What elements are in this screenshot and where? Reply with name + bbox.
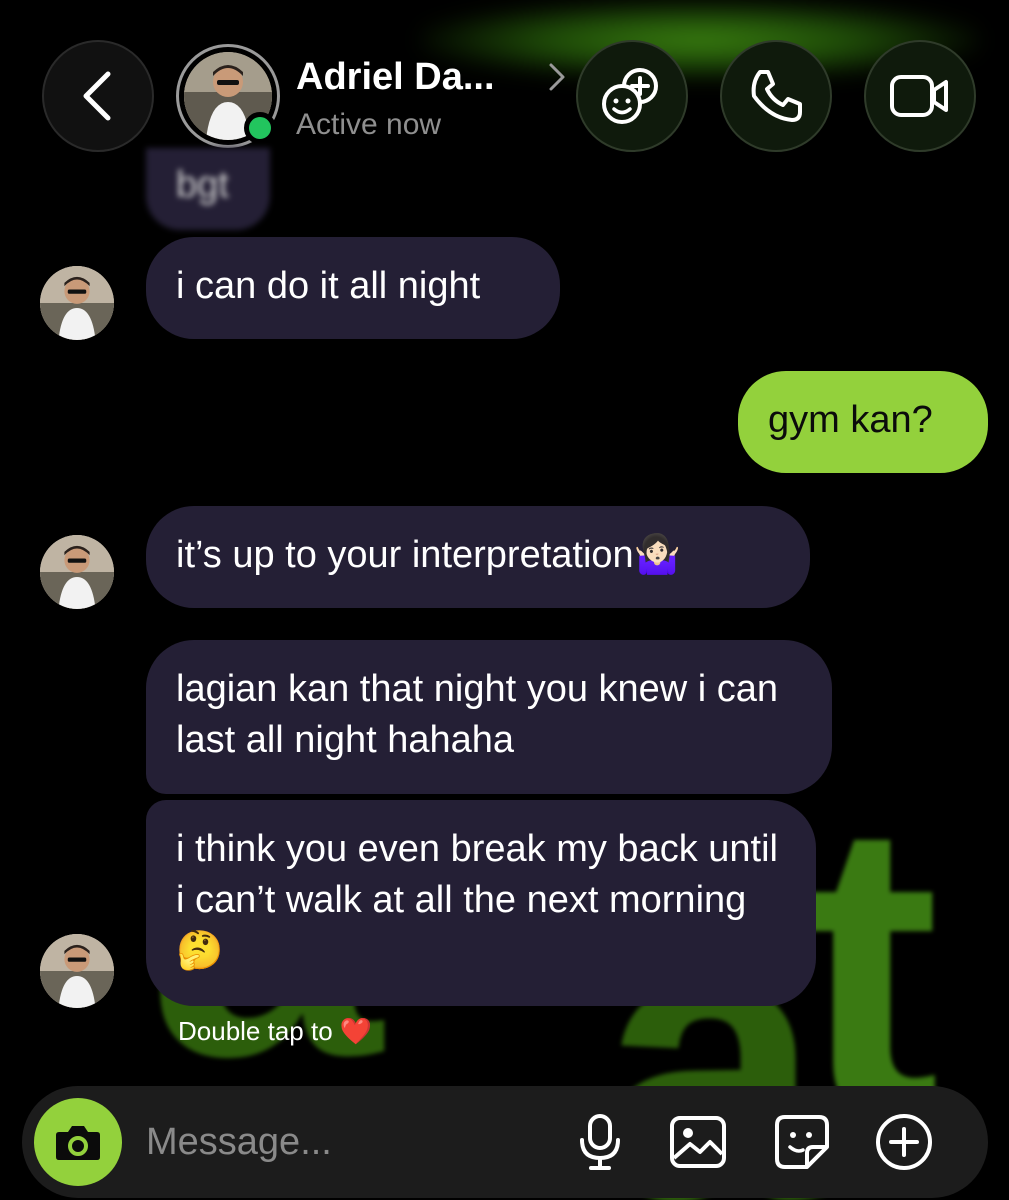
message-text: i can do it all night	[176, 265, 481, 307]
message-text: bgt	[176, 164, 229, 206]
message-bubble-outgoing[interactable]: gym kan?	[738, 371, 988, 473]
contact-name[interactable]: Adriel Da...	[296, 56, 495, 99]
active-status: Active now	[296, 108, 442, 141]
phone-icon	[751, 70, 802, 122]
effects-icon	[602, 68, 658, 124]
gallery-button[interactable]	[668, 1112, 728, 1172]
camera-button[interactable]	[34, 1098, 122, 1186]
video-call-button[interactable]	[864, 40, 976, 152]
sender-avatar[interactable]	[40, 535, 114, 609]
sticker-icon	[775, 1115, 829, 1169]
plus-circle-icon	[876, 1114, 932, 1170]
message-composer	[22, 1086, 988, 1198]
sticker-button[interactable]	[772, 1112, 832, 1172]
sender-avatar[interactable]	[40, 934, 114, 1008]
online-indicator	[244, 112, 276, 144]
chat-screen: a a t Adriel Da...	[0, 0, 1009, 1200]
double-tap-hint: Double tap to ❤️	[178, 1016, 373, 1046]
chevron-left-icon	[83, 71, 111, 121]
message-text: gym kan?	[768, 399, 933, 441]
message-bubble-incoming[interactable]: bgt	[146, 148, 270, 230]
image-icon	[670, 1116, 726, 1168]
message-bubble-incoming[interactable]: i can do it all night	[146, 237, 560, 339]
camera-icon	[56, 1126, 100, 1160]
voice-call-button[interactable]	[720, 40, 832, 152]
effects-button[interactable]	[576, 40, 688, 152]
message-text: i think you even break my back until i c…	[176, 828, 778, 972]
chevron-right-icon[interactable]	[548, 62, 566, 92]
more-options-button[interactable]	[874, 1112, 934, 1172]
sender-avatar[interactable]	[40, 266, 114, 340]
microphone-icon	[580, 1114, 620, 1170]
video-camera-icon	[890, 75, 948, 117]
chat-header: Adriel Da... Active now	[0, 0, 1009, 160]
message-text: it’s up to your interpretation🤷🏻‍♀️	[176, 534, 681, 576]
back-button[interactable]	[42, 40, 154, 152]
message-text: lagian kan that night you knew i can las…	[176, 668, 779, 761]
message-bubble-incoming[interactable]: i think you even break my back until i c…	[146, 800, 816, 1006]
voice-message-button[interactable]	[570, 1112, 630, 1172]
message-bubble-incoming[interactable]: lagian kan that night you knew i can las…	[146, 640, 832, 794]
message-input[interactable]	[146, 1116, 546, 1168]
message-bubble-incoming[interactable]: it’s up to your interpretation🤷🏻‍♀️	[146, 506, 810, 608]
